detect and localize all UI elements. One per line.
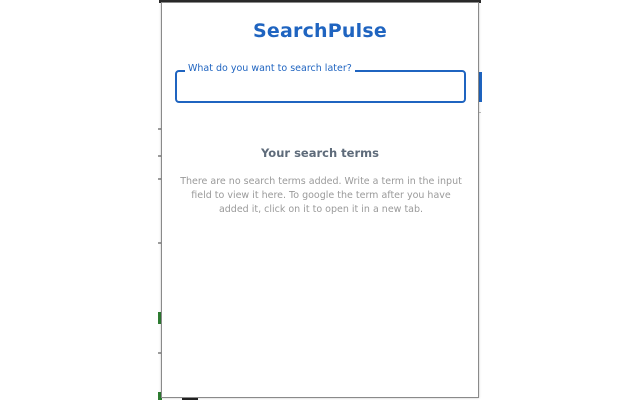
empty-state-message: There are no search terms added. Write a… <box>180 176 462 215</box>
app-title: SearchPulse <box>253 20 387 42</box>
search-field[interactable]: What do you want to search later? <box>175 63 466 103</box>
extension-popup: SearchPulse What do you want to search l… <box>161 2 479 398</box>
search-terms-heading: Your search terms <box>261 146 379 160</box>
search-input[interactable] <box>177 72 464 101</box>
screen: SearchPulse What do you want to search l… <box>0 0 640 400</box>
